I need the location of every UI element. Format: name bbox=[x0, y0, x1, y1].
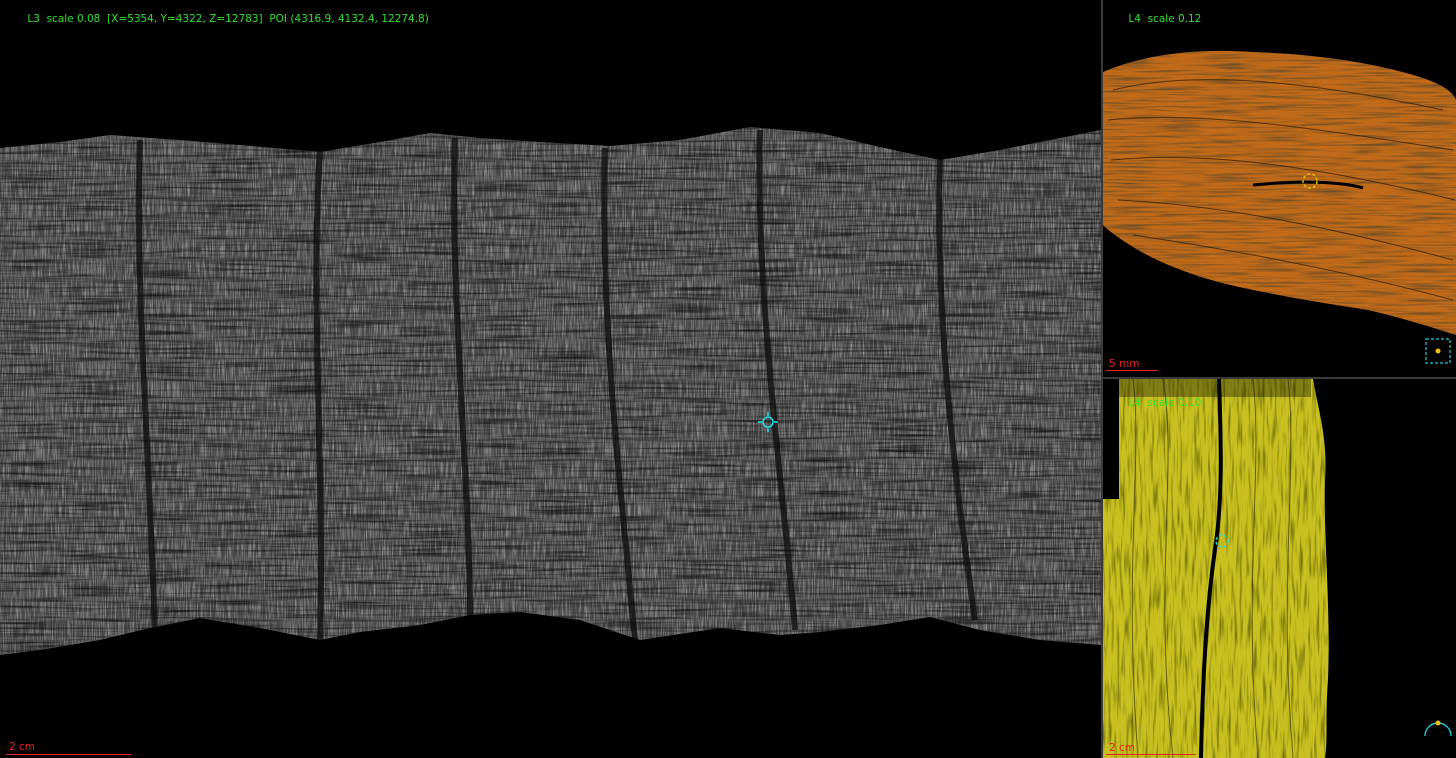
level-label: L3 bbox=[27, 13, 40, 25]
top-right-view-label: L4 scale 0.12 bbox=[1115, 1, 1201, 37]
scale-bar-label: 2 cm bbox=[1109, 742, 1136, 754]
flattened-surface-render[interactable] bbox=[0, 0, 1101, 758]
main-view-label: L3 scale 0.08 [X=5354, Y=4322, Z=12783] … bbox=[14, 1, 429, 37]
scale-label: scale 0.10 bbox=[1147, 397, 1202, 409]
scale-bar-label: 5 mm bbox=[1109, 358, 1140, 370]
scale-bar bbox=[6, 754, 132, 755]
poi-coords: POI (4316.9, 4132.4, 12274.8) bbox=[269, 13, 429, 25]
main-slice-viewer[interactable]: L3 scale 0.08 [X=5354, Y=4322, Z=12783] … bbox=[0, 0, 1101, 758]
scale-bar bbox=[1106, 754, 1196, 755]
yellow-cross-section[interactable] bbox=[1103, 379, 1456, 758]
orange-cross-section[interactable] bbox=[1103, 0, 1456, 377]
view-selector-icon[interactable] bbox=[1425, 338, 1451, 364]
arc-orientation-icon[interactable] bbox=[1424, 720, 1452, 737]
top-right-slice-viewer[interactable]: L4 scale 0.12 5 mm bbox=[1103, 0, 1456, 377]
scale-bar-label: 2 cm bbox=[9, 741, 36, 753]
scale-label: scale 0.12 bbox=[1147, 13, 1202, 25]
scale-label: scale 0.08 bbox=[46, 13, 101, 25]
level-label: L4 bbox=[1128, 397, 1141, 409]
bottom-right-view-label: L4 scale 0.10 bbox=[1115, 385, 1201, 421]
bottom-right-slice-viewer[interactable]: L4 scale 0.10 2 cm bbox=[1103, 379, 1456, 758]
scale-bar bbox=[1106, 370, 1158, 371]
voxel-coords: [X=5354, Y=4322, Z=12783] bbox=[107, 13, 263, 25]
level-label: L4 bbox=[1128, 13, 1141, 25]
